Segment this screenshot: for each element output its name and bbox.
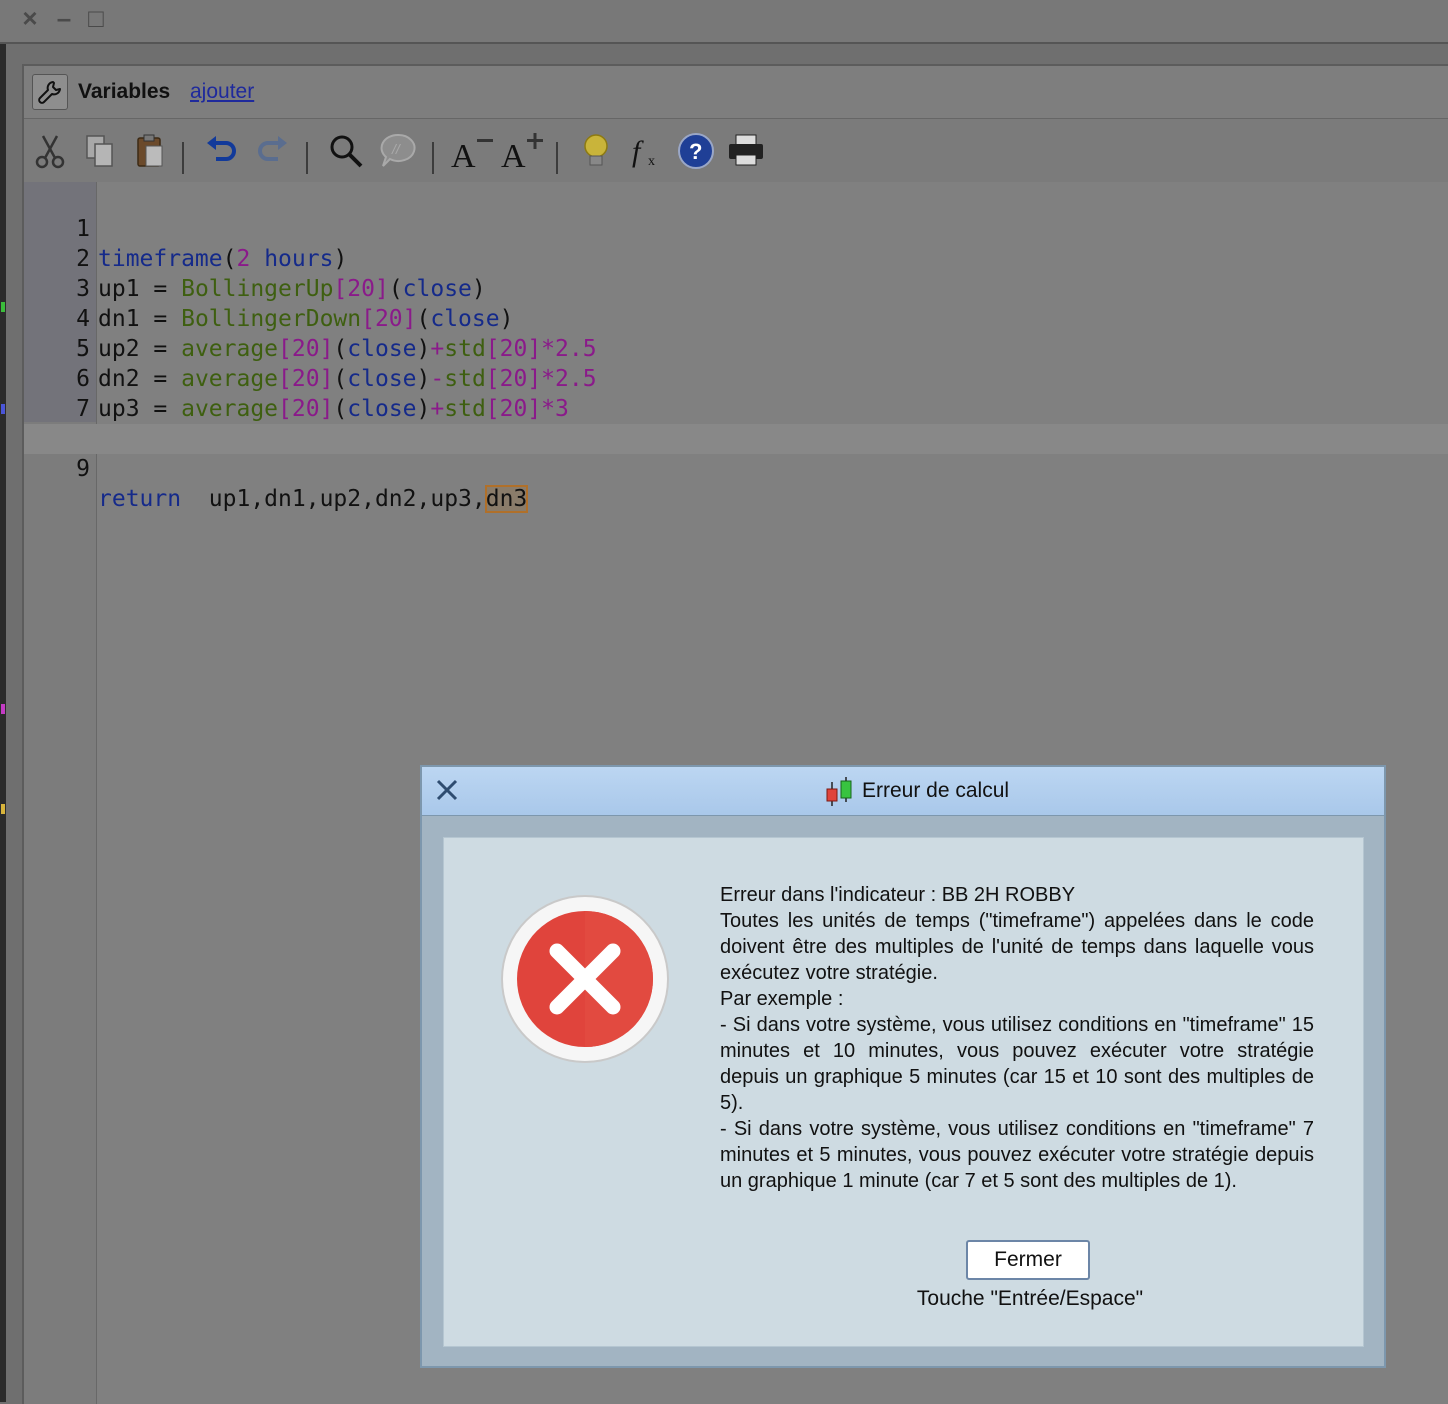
error-message-line: Par exemple : bbox=[720, 988, 844, 1010]
window-minimize-icon[interactable]: – bbox=[50, 3, 78, 33]
chart-edge-strip bbox=[0, 44, 6, 1402]
redo-icon[interactable] bbox=[252, 130, 292, 172]
close-button[interactable]: Fermer bbox=[966, 1240, 1090, 1280]
variables-bar: Variables ajouter bbox=[24, 66, 1448, 119]
code-line-active[interactable]: 9 return up1,dn1,up2,dn2,up3,dn3 bbox=[24, 424, 1448, 513]
variables-label: Variables bbox=[78, 80, 171, 103]
window-close-icon[interactable]: × bbox=[16, 3, 44, 33]
window-titlebar: × – □ bbox=[0, 0, 1448, 44]
copy-icon[interactable] bbox=[80, 130, 120, 172]
font-decrease-icon[interactable]: A bbox=[448, 130, 498, 172]
svg-text:A: A bbox=[451, 138, 476, 171]
undo-icon[interactable] bbox=[202, 130, 242, 172]
window-maximize-icon[interactable]: □ bbox=[82, 3, 110, 33]
function-icon[interactable]: fx bbox=[626, 130, 666, 172]
add-variable-link[interactable]: ajouter bbox=[190, 80, 254, 104]
editor-toolbar: // A A fx ? bbox=[24, 120, 1448, 182]
error-message-line: - Si dans votre système, vous utilisez c… bbox=[720, 1118, 1314, 1192]
candlestick-icon bbox=[824, 776, 858, 813]
code-line[interactable]: 4 up2 = average[20](close)+std[20]*2.5 bbox=[24, 274, 1448, 362]
dialog-title: Erreur de calcul bbox=[862, 779, 1010, 802]
code-line[interactable]: 3 dn1 = BollingerDown[20](close) bbox=[24, 244, 1448, 332]
error-message-line: - Si dans votre système, vous utilisez c… bbox=[720, 1014, 1314, 1114]
dialog-titlebar: Erreur de calcul bbox=[422, 767, 1384, 816]
code-line[interactable]: 8 bbox=[24, 394, 1448, 452]
error-message: Erreur dans l'indicateur : BB 2H ROBBY T… bbox=[720, 882, 1314, 1194]
print-icon[interactable] bbox=[726, 130, 766, 172]
error-dialog: Erreur de calcul Erreur dans l'indicateu… bbox=[420, 765, 1386, 1368]
font-increase-icon[interactable]: A bbox=[498, 130, 548, 172]
line-number: 9 bbox=[76, 456, 90, 482]
error-icon bbox=[500, 894, 670, 1069]
keyboard-hint: Touche "Entrée/Espace" bbox=[916, 1287, 1144, 1310]
code-line[interactable]: 6 up3 = average[20](close)+std[20]*3 bbox=[24, 334, 1448, 422]
help-icon[interactable]: ? bbox=[676, 130, 716, 172]
error-message-line: Erreur dans l'indicateur : BB 2H ROBBY bbox=[720, 884, 1076, 906]
search-icon[interactable] bbox=[326, 130, 366, 172]
paste-icon[interactable] bbox=[130, 130, 170, 172]
comment-icon[interactable]: // bbox=[378, 130, 418, 172]
lightbulb-icon[interactable] bbox=[576, 130, 616, 172]
variables-settings-button[interactable] bbox=[32, 74, 68, 110]
code-line[interactable]: 5 dn2 = average[20](close)-std[20]*2.5 bbox=[24, 304, 1448, 392]
cut-icon[interactable] bbox=[30, 130, 70, 172]
code-line[interactable]: 1 timeframe(2 hours) bbox=[24, 184, 1448, 272]
code-line[interactable]: 2 up1 = BollingerUp[20](close) bbox=[24, 214, 1448, 302]
svg-text:f: f bbox=[632, 135, 644, 168]
svg-text:A: A bbox=[501, 138, 526, 171]
error-message-line: Toutes les unités de temps ("timeframe")… bbox=[720, 910, 1314, 984]
code-line[interactable]: 7 dn3 = average[20](close)-std[20]*3 bbox=[24, 364, 1448, 453]
svg-text:x: x bbox=[648, 154, 655, 169]
close-icon[interactable] bbox=[434, 777, 460, 803]
dialog-body: Erreur dans l'indicateur : BB 2H ROBBY T… bbox=[443, 837, 1364, 1347]
svg-text:?: ? bbox=[689, 139, 702, 164]
wrench-icon bbox=[38, 81, 61, 104]
